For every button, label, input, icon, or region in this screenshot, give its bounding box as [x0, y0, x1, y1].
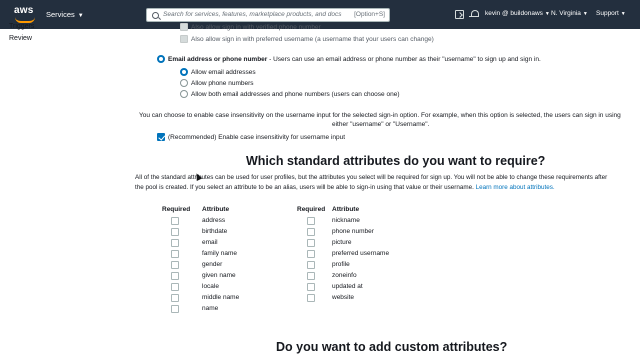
account-menu[interactable]: kevin @ buildonaws ▼ — [485, 10, 550, 17]
allow-phone-label: Allow phone numbers — [191, 80, 254, 87]
required-checkbox-gender[interactable] — [171, 261, 179, 269]
attribute-name: updated at — [332, 283, 363, 290]
cloudshell-icon[interactable] — [455, 10, 464, 19]
attribute-name: nickname — [332, 217, 360, 224]
attribute-name: birthdate — [202, 228, 228, 235]
attribute-name: name — [202, 305, 219, 312]
description-line-1: All of the standard attributes can be us… — [135, 174, 608, 181]
verified-phone-checkbox[interactable] — [180, 23, 188, 31]
region-label: N. Virginia — [551, 10, 581, 17]
required-checkbox-website[interactable] — [307, 294, 315, 302]
allow-phone-radio[interactable] — [180, 79, 188, 87]
attribute-name: middle name — [202, 294, 240, 301]
right-required-header: Required — [297, 206, 326, 213]
chevron-down-icon: ▼ — [544, 11, 550, 17]
chevron-down-icon: ▼ — [620, 11, 626, 17]
attribute-name: website — [332, 294, 355, 301]
verified-phone-label: Also allow sign in with verified phone n… — [191, 24, 321, 31]
aws-logo-text: aws — [14, 5, 34, 16]
required-checkbox-email[interactable] — [171, 239, 179, 247]
search-shortcut-hint: [Option+S] — [354, 11, 385, 18]
email-or-phone-title: Email address or phone number — [168, 56, 268, 63]
right-attribute-header: Attribute — [332, 206, 360, 213]
required-checkbox-birthdate[interactable] — [171, 228, 179, 236]
required-checkbox-zoneinfo[interactable] — [307, 272, 315, 280]
email-or-phone-radio[interactable] — [157, 55, 165, 63]
attribute-name: zoneinfo — [332, 272, 357, 279]
sidebar-item-triggers[interactable]: Triggers — [9, 23, 34, 30]
bell-icon[interactable] — [469, 10, 479, 19]
required-checkbox-profile[interactable] — [307, 261, 315, 269]
required-checkbox-preferred-username[interactable] — [307, 250, 315, 258]
search-input[interactable]: Search for services, features, marketpla… — [146, 8, 390, 22]
required-checkbox-address[interactable] — [171, 217, 179, 225]
custom-attributes-heading: Do you want to add custom attributes? — [276, 340, 508, 354]
allow-email-label: Allow email addresses — [191, 69, 256, 76]
allow-both-radio[interactable] — [180, 90, 188, 98]
attribute-name: phone number — [332, 228, 374, 235]
email-or-phone-option: Email address or phone number - Users ca… — [168, 56, 541, 63]
required-checkbox-family-name[interactable] — [171, 250, 179, 258]
required-checkbox-given-name[interactable] — [171, 272, 179, 280]
search-icon — [152, 12, 159, 19]
attribute-name: picture — [332, 239, 352, 246]
case-insensitivity-checkbox[interactable] — [157, 133, 165, 141]
support-label: Support — [596, 10, 619, 17]
attribute-name: family name — [202, 250, 238, 257]
case-insensitivity-note-cont: either "username" or "Username". — [332, 121, 430, 128]
attribute-name: address — [202, 217, 226, 224]
sidebar-item-review[interactable]: Review — [9, 35, 32, 42]
attribute-name: given name — [202, 272, 236, 279]
case-insensitivity-label: (Recommended) Enable case insensitivity … — [168, 134, 346, 141]
learn-more-attributes-link[interactable]: Learn more about attributes. — [476, 184, 555, 191]
attribute-name: profile — [332, 261, 350, 268]
support-menu[interactable]: Support ▼ — [596, 10, 626, 17]
attribute-name: email — [202, 239, 218, 246]
chevron-down-icon: ▼ — [582, 11, 588, 17]
required-checkbox-phone-number[interactable] — [307, 228, 315, 236]
required-checkbox-updated-at[interactable] — [307, 283, 315, 291]
required-checkbox-locale[interactable] — [171, 283, 179, 291]
case-insensitivity-note: You can choose to enable case insensitiv… — [139, 112, 621, 119]
attribute-name: locale — [202, 283, 219, 290]
email-or-phone-description: - Users can use an email address or phon… — [267, 56, 541, 63]
attribute-name: preferred username — [332, 250, 390, 257]
preferred-username-checkbox[interactable] — [180, 35, 188, 43]
services-label: Services — [46, 10, 75, 19]
allow-email-radio[interactable] — [180, 68, 188, 76]
region-menu[interactable]: N. Virginia ▼ — [551, 10, 588, 17]
description-line-2-text: the pool is created. If you select an at… — [135, 184, 476, 191]
left-required-header: Required — [162, 206, 191, 213]
services-menu-button[interactable]: Services ▼ — [46, 10, 84, 19]
allow-both-label: Allow both email addresses and phone num… — [191, 91, 400, 98]
required-checkbox-picture[interactable] — [307, 239, 315, 247]
required-checkbox-name[interactable] — [171, 305, 179, 313]
attribute-name: gender — [202, 261, 223, 268]
standard-attributes-description: All of the standard attributes can be us… — [135, 173, 635, 193]
preferred-username-label: Also allow sign in with preferred userna… — [191, 36, 434, 43]
search-placeholder: Search for services, features, marketpla… — [163, 11, 342, 18]
required-checkbox-middle-name[interactable] — [171, 294, 179, 302]
account-label: kevin @ buildonaws — [485, 10, 543, 17]
standard-attributes-heading: Which standard attributes do you want to… — [246, 154, 546, 168]
left-attribute-header: Attribute — [202, 206, 230, 213]
chevron-down-icon: ▼ — [77, 13, 84, 19]
required-checkbox-nickname[interactable] — [307, 217, 315, 225]
description-line-2: the pool is created. If you select an at… — [135, 183, 635, 193]
aws-logo[interactable]: aws — [14, 5, 38, 24]
